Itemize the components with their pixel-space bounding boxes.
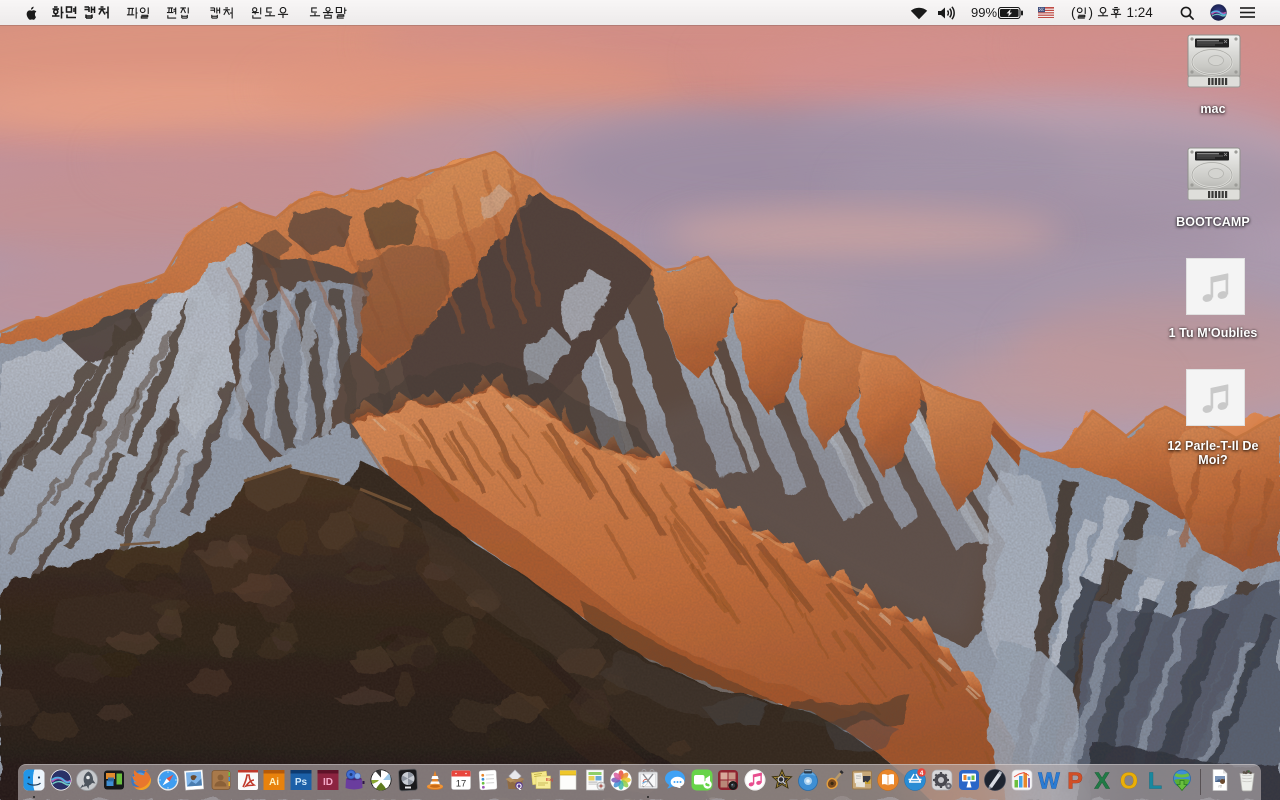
svg-text:X: X (1094, 768, 1110, 792)
svg-text:Q: Q (516, 782, 522, 791)
svg-text:W: W (1038, 768, 1060, 792)
svg-text:rtf: rtf (1218, 785, 1221, 789)
svg-text:ID: ID (323, 777, 333, 788)
svg-text:Exp: Exp (546, 777, 553, 782)
svg-text:Ai: Ai (269, 777, 279, 788)
svg-text:17: 17 (456, 779, 467, 790)
svg-text:4: 4 (920, 770, 924, 777)
svg-text:Ps: Ps (295, 777, 308, 788)
svg-text:L: L (1148, 768, 1162, 792)
svg-text:P: P (1068, 768, 1083, 792)
svg-text:O: O (1120, 768, 1138, 792)
